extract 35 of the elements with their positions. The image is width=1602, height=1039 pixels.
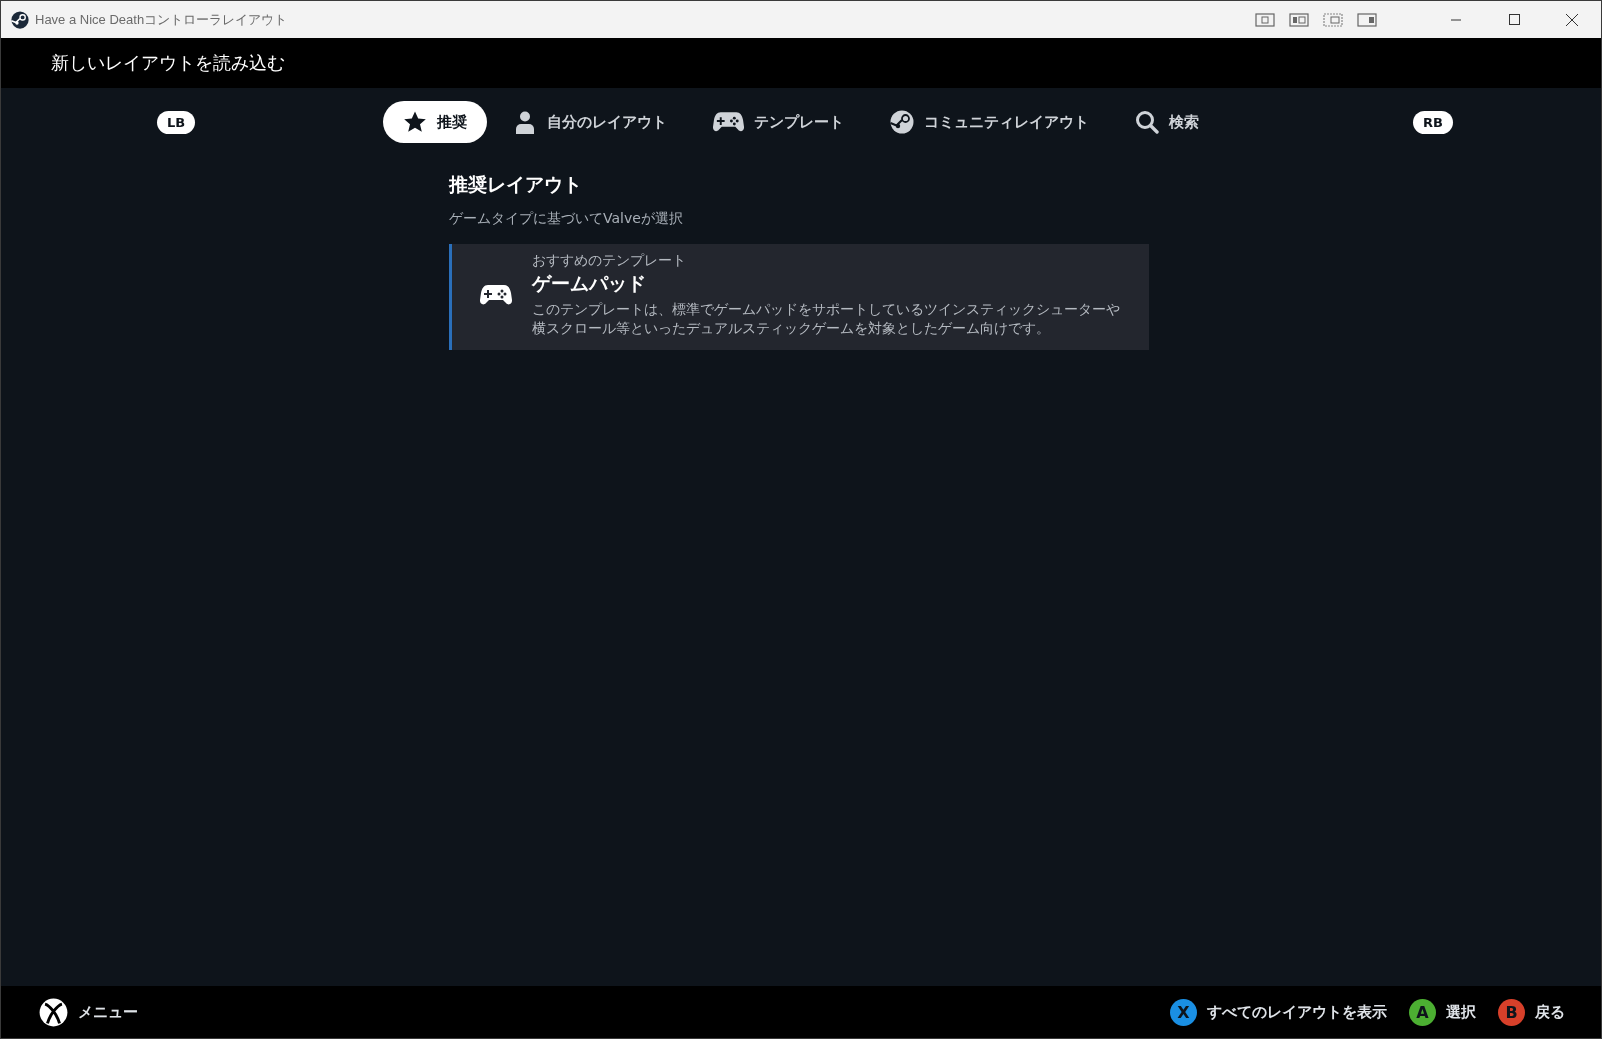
template-card[interactable]: おすすめのテンプレート ゲームパッド このテンプレートは、標準でゲームパッドをサポートしているツインスティックシューターや横スクロール等といったデュアルスティックゲームを対象としたゲーム向けです。: [449, 244, 1149, 350]
steam-logo-icon: [11, 10, 29, 29]
side-panel-icon[interactable]: [1357, 12, 1377, 27]
tab[interactable]: コミュニティレイアウト: [870, 101, 1110, 143]
action-hint[interactable]: X すべてのレイアウトを表示: [1170, 998, 1387, 1026]
tab[interactable]: 検索: [1115, 101, 1220, 143]
right-bumper-hint[interactable]: RB: [1413, 110, 1453, 134]
tab[interactable]: 自分のレイアウト: [493, 101, 688, 143]
menu-button[interactable]: メニュー: [39, 997, 138, 1027]
controller-key: A: [1409, 998, 1436, 1026]
action-hint[interactable]: B 戻る: [1498, 998, 1565, 1026]
star-icon: [403, 110, 428, 134]
tab[interactable]: 推奨: [383, 101, 488, 143]
dual-window-icon[interactable]: [1323, 12, 1343, 27]
xbox-logo-icon: [39, 997, 68, 1027]
controller-key: B: [1498, 998, 1525, 1026]
action-hint[interactable]: A 選択: [1409, 998, 1476, 1026]
card-description: このテンプレートは、標準でゲームパッドをサポートしているツインスティックシューターや横スクロール等といったデュアルスティックゲームを対象としたゲーム向けです。: [532, 300, 1120, 338]
controller-key: X: [1170, 998, 1197, 1026]
left-bumper-hint[interactable]: LB: [157, 110, 196, 134]
window-title: Have a Nice Deathコントローラレイアウト: [35, 10, 288, 29]
gamepad-icon: [480, 283, 512, 307]
card-title: ゲームパッド: [532, 271, 647, 296]
tab[interactable]: テンプレート: [693, 101, 865, 143]
screenshot-icon[interactable]: [1255, 12, 1275, 27]
card-eyebrow: おすすめのテンプレート: [532, 252, 687, 270]
maximize-icon: [1508, 14, 1520, 25]
steam-icon: [890, 110, 915, 134]
controller-window-icon[interactable]: [1289, 12, 1309, 27]
section-subtitle: ゲームタイプに基づいてValveが選択: [449, 210, 684, 228]
close-icon: [1566, 13, 1578, 26]
page-title: 新しいレイアウトを読み込む: [51, 51, 285, 75]
gamepad-icon: [713, 111, 745, 133]
section-title: 推奨レイアウト: [449, 172, 583, 197]
search-icon: [1135, 110, 1160, 134]
